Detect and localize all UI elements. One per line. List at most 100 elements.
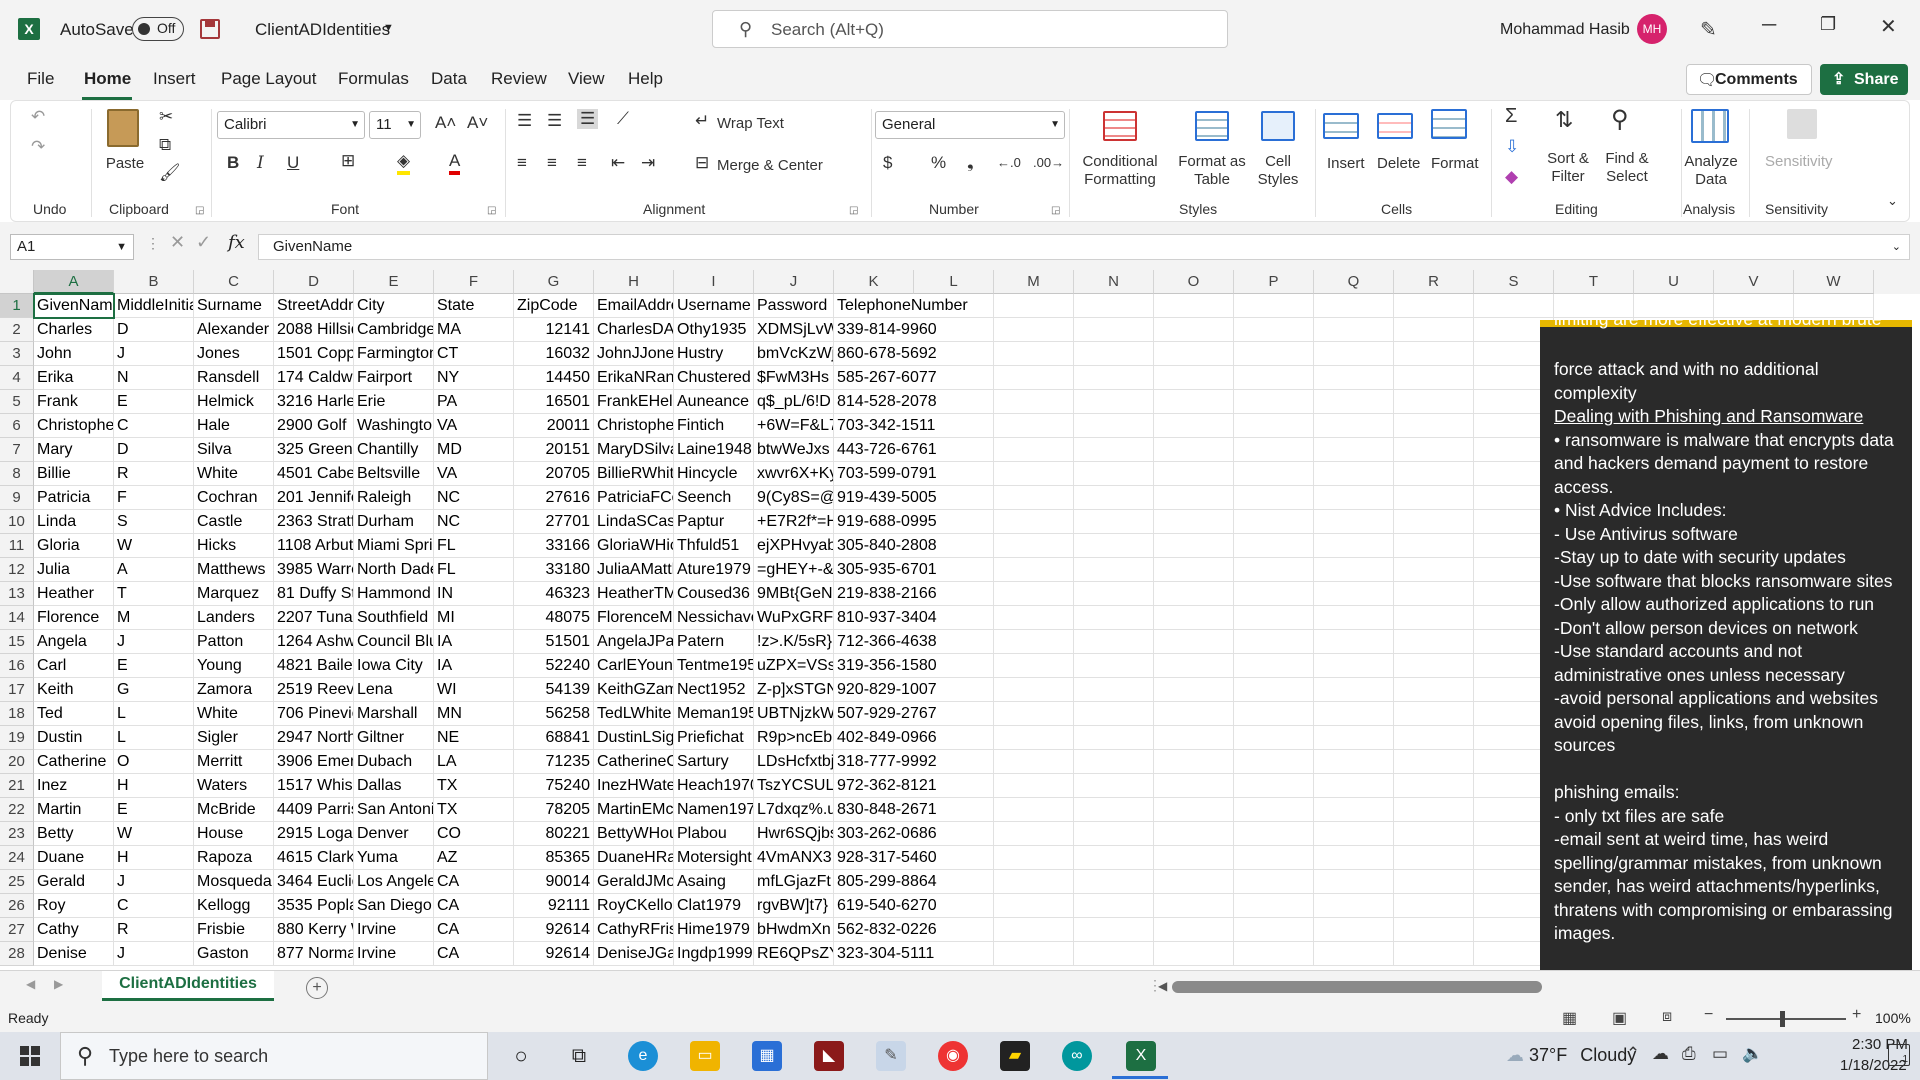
row-header[interactable]: 19 [0, 726, 34, 750]
column-header[interactable]: O [1154, 270, 1234, 294]
table-cell[interactable]: RE6QPsZY [754, 942, 834, 966]
table-cell[interactable]: 14450 [514, 366, 594, 390]
table-cell[interactable] [1234, 678, 1314, 702]
table-cell[interactable] [914, 654, 994, 678]
table-cell[interactable] [1074, 558, 1154, 582]
table-cell[interactable] [994, 582, 1074, 606]
edge-icon[interactable]: e [628, 1041, 658, 1071]
table-cell[interactable]: 92614 [514, 918, 594, 942]
column-header[interactable]: V [1714, 270, 1794, 294]
table-cell[interactable]: Priefichat [674, 726, 754, 750]
number-format-select[interactable]: General ▼ [875, 111, 1065, 139]
app-icon[interactable]: ◣ [814, 1041, 844, 1071]
table-cell[interactable]: Hicks [194, 534, 274, 558]
table-cell[interactable]: J [114, 942, 194, 966]
table-cell[interactable]: CA [434, 918, 514, 942]
table-cell[interactable]: 4501 Cabell [274, 462, 354, 486]
table-cell[interactable]: 2363 Stratford [274, 510, 354, 534]
table-cell[interactable]: 319-356-1580 [834, 654, 937, 678]
table-cell[interactable]: 46323 [514, 582, 594, 606]
zoom-out-icon[interactable]: − [1704, 1006, 1713, 1024]
underline-icon[interactable]: U [287, 153, 299, 173]
table-cell[interactable]: 81 Duffy St [274, 582, 354, 606]
table-cell[interactable]: Erika [34, 366, 114, 390]
table-cell[interactable]: T [114, 582, 194, 606]
table-cell[interactable] [1154, 654, 1234, 678]
table-cell[interactable] [1154, 846, 1234, 870]
table-cell[interactable] [1154, 822, 1234, 846]
paste-icon[interactable] [107, 109, 139, 147]
format-as-table-button[interactable]: Format as Table [1173, 153, 1251, 189]
align-left-icon[interactable]: ≡ [517, 153, 527, 173]
row-header[interactable]: 7 [0, 438, 34, 462]
row-header[interactable]: 20 [0, 750, 34, 774]
table-cell[interactable] [914, 678, 994, 702]
table-cell[interactable]: Hincycle [674, 462, 754, 486]
table-cell[interactable] [1634, 294, 1714, 318]
table-cell[interactable] [1314, 774, 1394, 798]
table-cell[interactable]: 443-726-6761 [834, 438, 937, 462]
table-cell[interactable]: Zamora [194, 678, 274, 702]
table-cell[interactable]: !z>.K/5sR} [754, 630, 834, 654]
table-cell[interactable]: Rapoza [194, 846, 274, 870]
onedrive-icon[interactable]: ☁ [1652, 1044, 1669, 1064]
table-cell[interactable]: Roy [34, 894, 114, 918]
italic-icon[interactable]: I [257, 153, 264, 173]
table-cell[interactable]: Clat1979 [674, 894, 754, 918]
column-header[interactable]: L [914, 270, 994, 294]
table-cell[interactable] [1154, 414, 1234, 438]
table-cell[interactable]: 33180 [514, 558, 594, 582]
table-cell[interactable] [1394, 894, 1474, 918]
table-cell[interactable]: E [114, 798, 194, 822]
table-cell[interactable]: 78205 [514, 798, 594, 822]
column-header[interactable]: U [1634, 270, 1714, 294]
table-cell[interactable] [1394, 510, 1474, 534]
table-cell[interactable]: Hime1979 [674, 918, 754, 942]
table-cell[interactable]: BettyWHouse [594, 822, 674, 846]
table-cell[interactable]: CA [434, 894, 514, 918]
table-cell[interactable] [1314, 846, 1394, 870]
table-cell[interactable] [1394, 870, 1474, 894]
table-cell[interactable]: 92614 [514, 942, 594, 966]
table-cell[interactable] [994, 630, 1074, 654]
menu-page-layout[interactable]: Page Layout [221, 69, 316, 89]
table-cell[interactable] [1394, 798, 1474, 822]
table-cell[interactable]: 48075 [514, 606, 594, 630]
table-cell[interactable] [1234, 822, 1314, 846]
column-header[interactable]: F [434, 270, 514, 294]
row-header[interactable]: 11 [0, 534, 34, 558]
table-cell[interactable] [1234, 462, 1314, 486]
wrap-text-icon[interactable]: ↵ [695, 111, 709, 131]
paint-icon[interactable]: ✎ [876, 1041, 906, 1071]
paste-button[interactable]: Paste [103, 155, 147, 173]
row-header[interactable]: 24 [0, 846, 34, 870]
table-cell[interactable]: Laine1948 [674, 438, 754, 462]
table-cell[interactable]: Julia [34, 558, 114, 582]
battery-icon[interactable]: ▭ [1712, 1044, 1728, 1064]
align-right-icon[interactable]: ≡ [577, 153, 587, 173]
table-cell[interactable]: Irvine [354, 918, 434, 942]
table-cell[interactable]: LDsHcfxtbj [754, 750, 834, 774]
table-cell[interactable]: 562-832-0226 [834, 918, 937, 942]
zoom-level[interactable]: 100% [1875, 1010, 1911, 1026]
table-cell[interactable]: Frisbie [194, 918, 274, 942]
table-cell[interactable] [1314, 726, 1394, 750]
table-cell[interactable]: 2519 Reeves [274, 678, 354, 702]
table-cell[interactable]: 303-262-0686 [834, 822, 937, 846]
table-cell[interactable]: 305-840-2808 [834, 534, 937, 558]
table-cell[interactable]: 928-317-5460 [834, 846, 937, 870]
table-cell[interactable]: G [114, 678, 194, 702]
table-cell[interactable]: Giltner [354, 726, 434, 750]
table-cell[interactable]: CA [434, 942, 514, 966]
table-cell[interactable]: Nessichave [674, 606, 754, 630]
table-cell[interactable]: Council Bluffs [354, 630, 434, 654]
table-cell[interactable] [1154, 462, 1234, 486]
table-cell[interactable]: rgvBW]t7} [754, 894, 834, 918]
increase-indent-icon[interactable]: ⇥ [641, 153, 655, 173]
table-cell[interactable]: 90014 [514, 870, 594, 894]
table-cell[interactable]: Iowa City [354, 654, 434, 678]
bold-icon[interactable]: B [227, 153, 239, 173]
undo-icon[interactable]: ↶ [31, 107, 45, 127]
table-cell[interactable]: N [114, 366, 194, 390]
table-cell[interactable]: 4615 Clark [274, 846, 354, 870]
